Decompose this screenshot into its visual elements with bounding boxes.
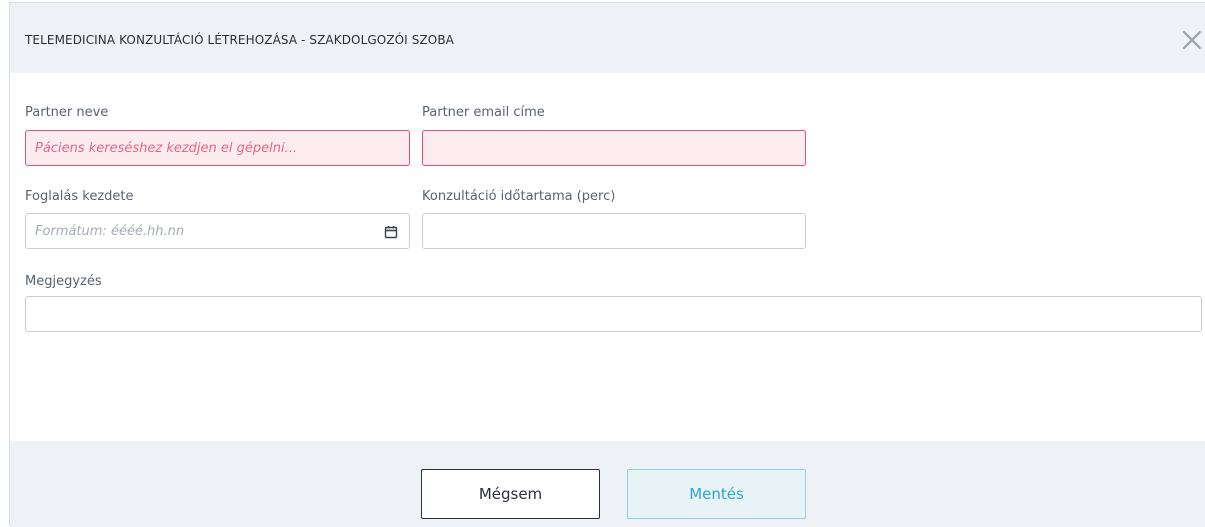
calendar-icon[interactable] (384, 224, 398, 239)
close-button[interactable] (1179, 27, 1205, 53)
close-icon (1182, 30, 1202, 50)
cancel-button[interactable]: Mégsem (421, 469, 600, 519)
note-label: Megjegyzés (25, 274, 102, 289)
booking-start-input[interactable] (25, 213, 410, 249)
partner-name-input[interactable] (25, 130, 410, 166)
consultation-dialog: TELEMEDICINA KONZULTÁCIÓ LÉTREHOZÁSA - S… (9, 2, 1205, 527)
dialog-title: TELEMEDICINA KONZULTÁCIÓ LÉTREHOZÁSA - S… (25, 33, 454, 47)
save-button[interactable]: Mentés (627, 469, 806, 519)
booking-start-label: Foglalás kezdete (25, 189, 134, 204)
partner-name-label: Partner neve (25, 105, 109, 120)
duration-label: Konzultáció időtartama (perc) (422, 189, 616, 204)
dialog-footer: Mégsem Mentés (10, 441, 1205, 527)
dialog-header: TELEMEDICINA KONZULTÁCIÓ LÉTREHOZÁSA - S… (10, 3, 1205, 73)
duration-input[interactable] (422, 213, 806, 249)
partner-email-label: Partner email címe (422, 105, 545, 120)
booking-start-field (25, 213, 410, 249)
partner-email-input[interactable] (422, 130, 806, 166)
note-input[interactable] (25, 296, 1202, 332)
